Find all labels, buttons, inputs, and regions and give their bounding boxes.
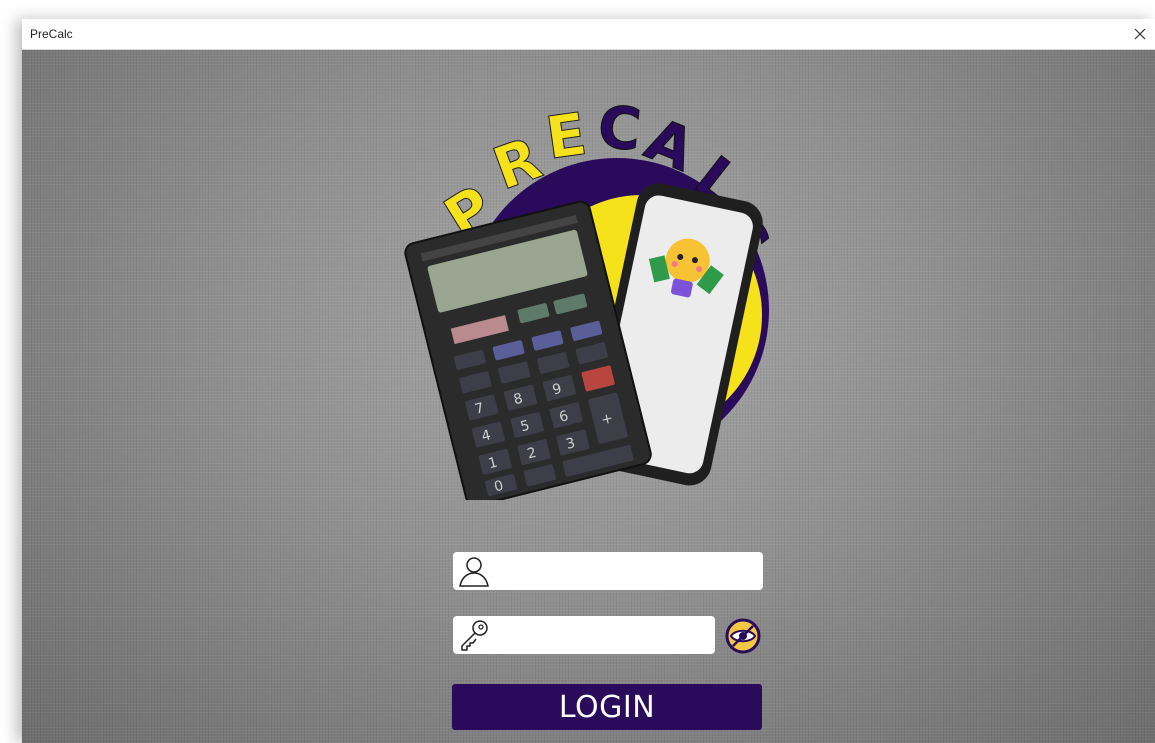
login-button[interactable]: LOGIN [452, 684, 762, 730]
logo-letter-e: E [542, 100, 591, 173]
key-icon [461, 620, 488, 651]
eye-icon [725, 618, 761, 654]
precalc-logo: P R E C A L C [404, 92, 783, 500]
login-screen: P R E C A L C [22, 50, 1155, 743]
username-input[interactable] [495, 556, 755, 586]
title-bar: PreCalc [22, 19, 1155, 50]
close-icon [1134, 28, 1146, 40]
password-field[interactable] [453, 616, 715, 654]
logo-letter-r: R [485, 124, 550, 203]
close-button[interactable] [1125, 19, 1155, 49]
user-icon [459, 557, 489, 587]
password-input[interactable] [495, 620, 707, 650]
logo-letter-c: C [595, 92, 644, 164]
app-window: PreCalc P R E C A L C [22, 19, 1155, 743]
show-password-button[interactable] [723, 616, 763, 656]
window-title: PreCalc [30, 27, 73, 41]
username-field[interactable] [453, 552, 763, 590]
